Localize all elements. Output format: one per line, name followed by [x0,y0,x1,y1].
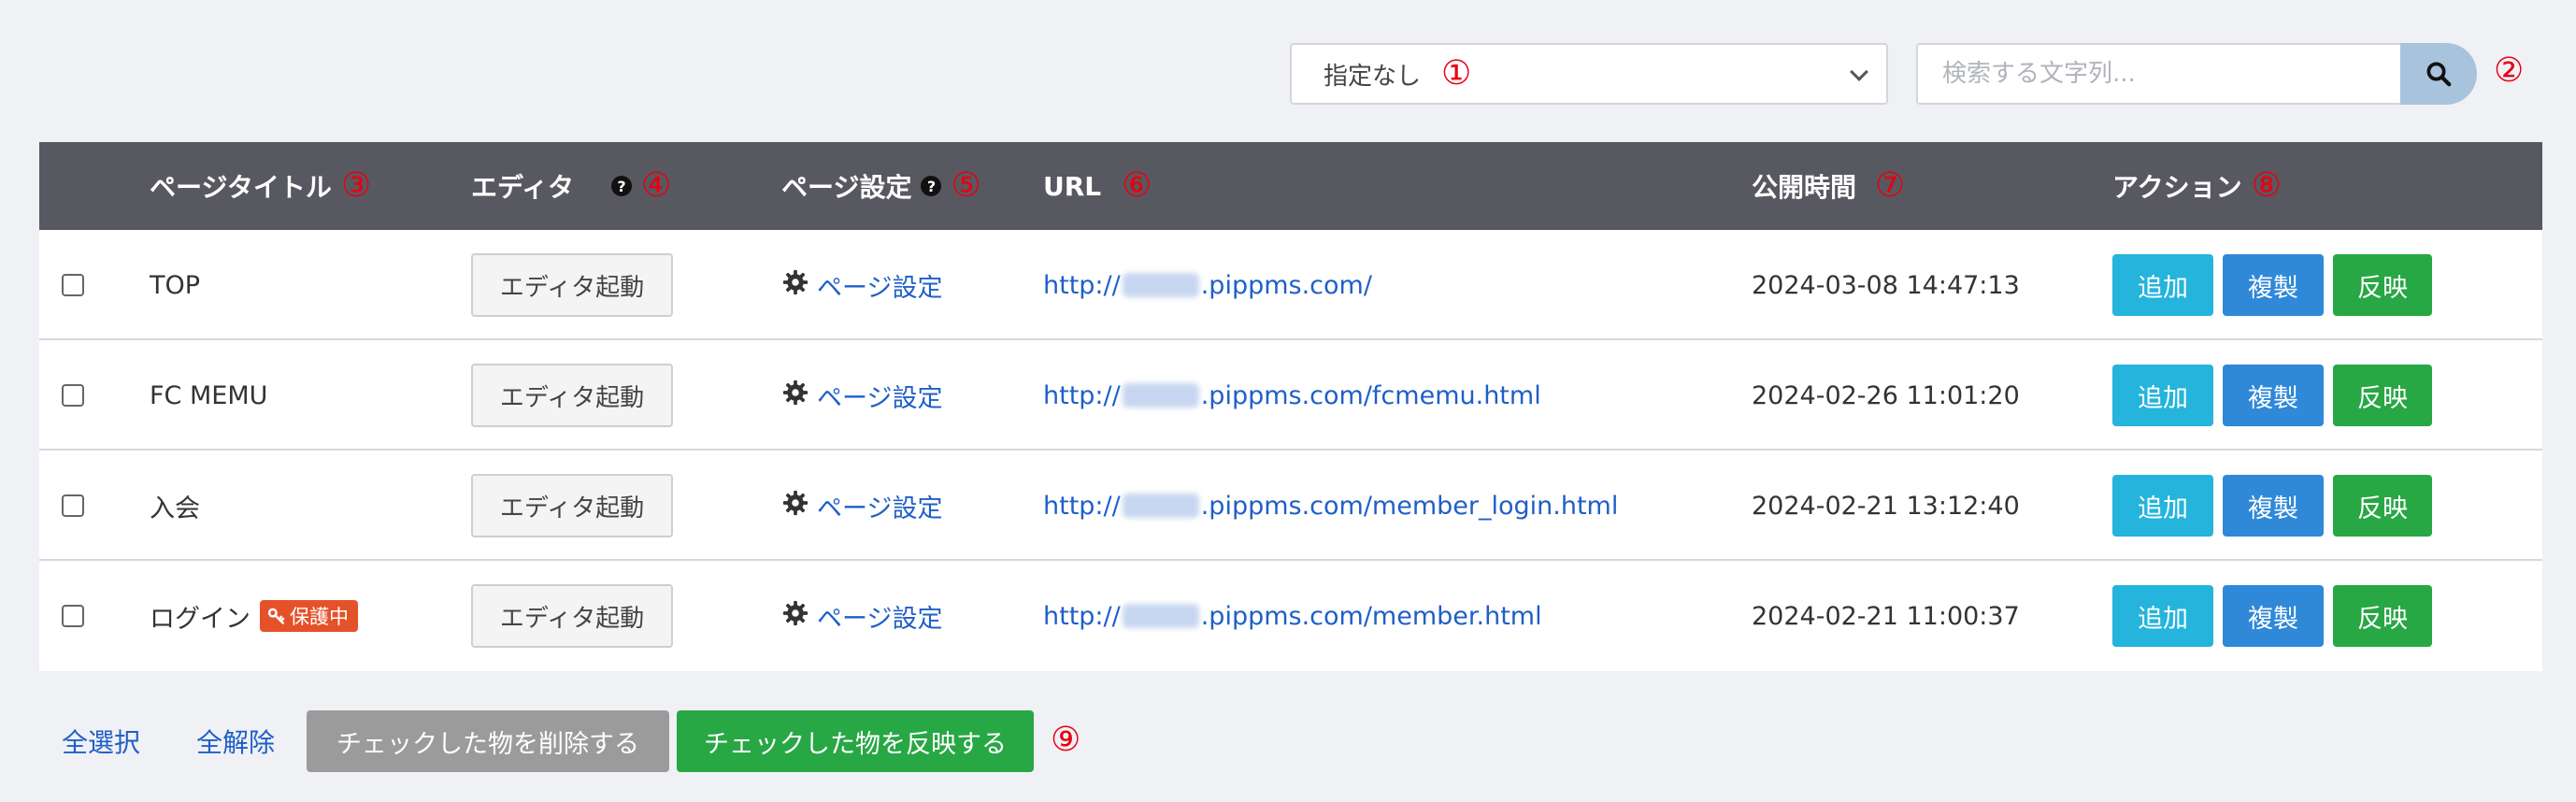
redacted-subdomain [1122,273,1199,297]
gear-icon [781,268,809,303]
editor-launch-button[interactable]: エディタ起動 [471,253,673,317]
bulk-actions-bar: 全選択 全解除 チェックした物を削除する チェックした物を反映する ⑨ [0,710,2576,772]
row-checkbox[interactable] [62,274,84,296]
url-prefix: http:// [1043,601,1121,631]
protected-badge: 保護中 [260,600,358,632]
header-actions: アクション ⑧ [2112,142,2282,230]
row-checkbox[interactable] [62,384,84,407]
header-url: URL ⑥ [1043,142,1152,230]
published-time: 2024-03-08 14:47:13 [1752,270,2020,300]
table-row: FC MEMU エディタ起動 ページ設定 http:// .pippms.com/… [39,340,2542,451]
reflect-button[interactable]: 反映 [2333,254,2432,316]
gear-icon [781,599,809,634]
header-actions-label: アクション [2112,172,2242,203]
page-settings-link[interactable]: ページ設定 [817,598,942,635]
header-editor: エディタ ? ④ [471,142,671,230]
annotation-marker-5: ⑤ [951,166,981,205]
editor-launch-button[interactable]: エディタ起動 [471,474,673,537]
delete-checked-button[interactable]: チェックした物を削除する [307,710,669,772]
pages-table: ページタイトル ③ エディタ ? ④ ページ設定 ? ⑤ URL ⑥ 公開時間 … [39,142,2542,671]
search-button[interactable] [2400,43,2477,105]
reflect-button[interactable]: 反映 [2333,475,2432,537]
search-input[interactable] [1916,43,2402,105]
header-published: 公開時間 ⑦ [1752,142,1905,230]
header-page-settings: ページ設定 ? ⑤ [781,142,981,230]
add-button[interactable]: 追加 [2112,475,2213,537]
table-row: TOP エディタ起動 ページ設定 http:// .pippms.com/ 202… [39,230,2542,340]
annotation-marker-4: ④ [641,166,672,205]
header-editor-label: エディタ [471,172,575,203]
table-row: 入会 エディタ起動 ページ設定 http:// .pippms.com/membe… [39,451,2542,561]
page-url-link[interactable]: http:// .pippms.com/ [1043,230,1372,340]
chevron-down-icon [1850,63,1868,81]
page-title: TOP [150,270,201,300]
duplicate-button[interactable]: 複製 [2223,475,2324,537]
table-row: ログイン 保護中 エディタ起動 ページ設定 http:// .pippms.com… [39,561,2542,671]
page-title-cell: ログイン 保護中 [150,561,358,671]
protected-badge-label: 保護中 [290,606,349,628]
gear-icon [781,489,809,523]
row-checkbox[interactable] [62,605,84,627]
filter-selected-value: 指定なし [1324,62,1422,91]
annotation-marker-9: ⑨ [1051,721,1081,759]
annotation-marker-2: ② [2494,51,2525,90]
page-title: 入会 [150,494,200,523]
annotation-marker-8: ⑧ [2251,166,2282,205]
published-time: 2024-02-21 11:00:37 [1752,601,2020,631]
editor-launch-button[interactable]: エディタ起動 [471,364,673,427]
annotation-marker-3: ③ [340,166,372,205]
redacted-subdomain [1122,604,1199,628]
url-suffix: .pippms.com/ [1200,270,1372,300]
url-suffix: .pippms.com/member.html [1200,601,1542,631]
page-settings-link[interactable]: ページ設定 [817,378,942,414]
add-button[interactable]: 追加 [2112,365,2213,426]
url-prefix: http:// [1043,270,1121,300]
redacted-subdomain [1122,494,1199,518]
gear-icon [781,379,809,413]
header-page-settings-label: ページ設定 [781,172,912,203]
duplicate-button[interactable]: 複製 [2223,254,2324,316]
question-icon[interactable]: ? [921,176,942,196]
header-published-label: 公開時間 [1752,172,1857,203]
page-url-link[interactable]: http:// .pippms.com/member_login.html [1043,451,1618,561]
filter-select[interactable]: 指定なし ① [1290,43,1888,105]
page-url-link[interactable]: http:// .pippms.com/member.html [1043,561,1542,671]
reflect-checked-button[interactable]: チェックした物を反映する [677,710,1034,772]
page-title: ログイン [150,604,250,634]
duplicate-button[interactable]: 複製 [2223,365,2324,426]
url-suffix: .pippms.com/fcmemu.html [1200,380,1541,410]
page-title: FC MEMU [150,380,268,410]
toolbar: 指定なし ① ② [0,43,2576,105]
reflect-button[interactable]: 反映 [2333,365,2432,426]
url-suffix: .pippms.com/member_login.html [1200,491,1619,521]
table-header: ページタイトル ③ エディタ ? ④ ページ設定 ? ⑤ URL ⑥ 公開時間 … [39,142,2542,230]
deselect-all-link[interactable]: 全解除 [196,710,275,772]
published-time: 2024-02-21 13:12:40 [1752,491,2020,521]
url-prefix: http:// [1043,380,1121,410]
page-settings-link[interactable]: ページ設定 [817,488,942,524]
row-checkbox[interactable] [62,494,84,517]
add-button[interactable]: 追加 [2112,585,2213,647]
header-url-label: URL [1043,170,1102,202]
page-url-link[interactable]: http:// .pippms.com/fcmemu.html [1043,340,1541,451]
add-button[interactable]: 追加 [2112,254,2213,316]
duplicate-button[interactable]: 複製 [2223,585,2324,647]
header-title: ページタイトル ③ [150,142,371,230]
published-time: 2024-02-26 11:01:20 [1752,380,2020,410]
search-icon [2426,62,2452,87]
select-all-link[interactable]: 全選択 [62,710,140,772]
reflect-button[interactable]: 反映 [2333,585,2432,647]
annotation-marker-7: ⑦ [1875,166,1906,205]
editor-launch-button[interactable]: エディタ起動 [471,584,673,648]
header-title-label: ページタイトル [150,172,332,203]
annotation-marker-1: ① [1441,54,1472,93]
key-icon [267,608,285,624]
annotation-marker-6: ⑥ [1122,166,1152,205]
url-prefix: http:// [1043,491,1121,521]
redacted-subdomain [1122,383,1199,408]
question-icon[interactable]: ? [611,176,633,196]
page-settings-link[interactable]: ページ設定 [817,267,942,304]
